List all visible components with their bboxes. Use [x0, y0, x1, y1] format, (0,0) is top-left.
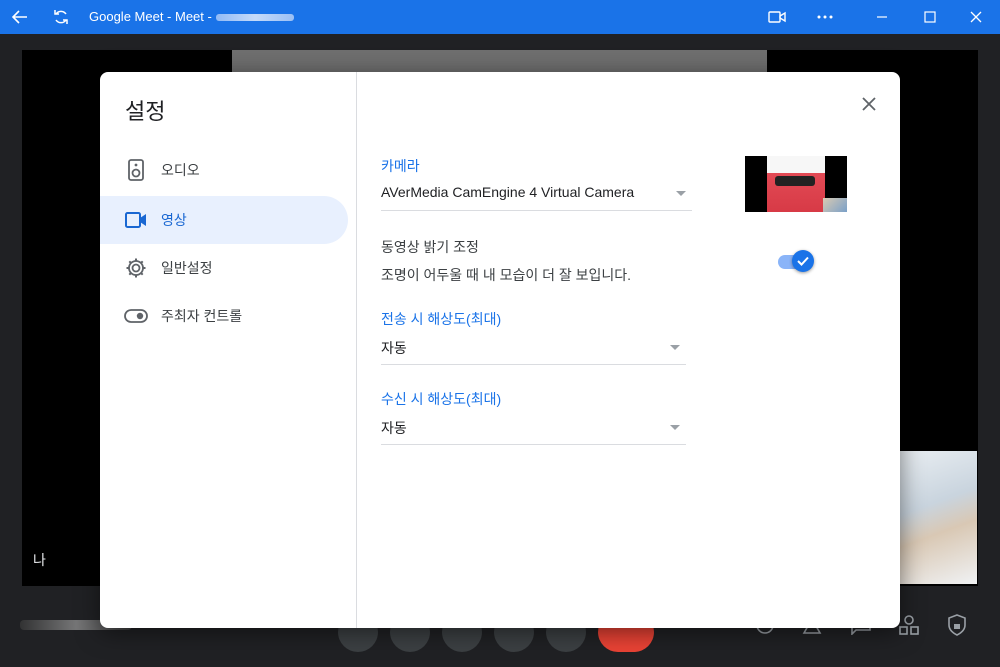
dropdown-caret-icon	[670, 425, 680, 430]
nav-item-label: 일반설정	[161, 260, 213, 276]
back-button[interactable]	[0, 0, 40, 34]
receive-resolution-value: 자동	[381, 420, 407, 436]
close-icon	[862, 97, 876, 111]
close-dialog-button[interactable]	[855, 90, 883, 118]
nav-item-label: 주최자 컨트롤	[161, 308, 243, 324]
maximize-button[interactable]	[910, 0, 950, 34]
videocam-icon	[124, 208, 148, 232]
title-bar: Google Meet - Meet -	[0, 0, 1000, 34]
back-arrow-icon	[11, 10, 27, 24]
refresh-button[interactable]	[41, 0, 81, 34]
window-title-text: Google Meet - Meet -	[89, 9, 212, 24]
nav-item-general[interactable]: 일반설정	[100, 244, 348, 292]
settings-title: 설정	[125, 99, 166, 124]
settings-nav-panel: 설정 오디오 영상 일반설정 주최자 컨트롤	[100, 72, 357, 628]
dropdown-caret-icon	[670, 345, 680, 350]
send-resolution-label: 전송 시 해상도(최대)	[381, 311, 502, 327]
minimize-icon	[877, 16, 887, 18]
camera-select[interactable]: AVerMedia CamEngine 4 Virtual Camera	[381, 178, 692, 211]
dropdown-caret-icon	[676, 191, 686, 196]
refresh-icon	[54, 10, 68, 24]
nav-item-host-controls[interactable]: 주최자 컨트롤	[100, 292, 348, 340]
receive-resolution-select[interactable]: 자동	[381, 412, 686, 445]
more-horizontal-icon	[817, 15, 833, 19]
camera-preview	[745, 156, 847, 212]
more-options-button[interactable]	[805, 0, 845, 34]
receive-resolution-label: 수신 시 해상도(최대)	[381, 391, 502, 407]
brightness-toggle[interactable]	[778, 250, 814, 272]
nav-item-audio[interactable]: 오디오	[100, 146, 348, 194]
toggle-icon	[124, 304, 148, 328]
gear-icon	[124, 256, 148, 280]
redacted-meeting-code	[215, 14, 294, 22]
nav-item-video[interactable]: 영상	[100, 196, 348, 244]
maximize-icon	[924, 11, 936, 23]
brightness-description: 조명이 어두울 때 내 모습이 더 잘 보입니다.	[381, 267, 632, 283]
camera-preview-device	[775, 176, 815, 186]
self-name-label: 나	[33, 552, 46, 568]
window-title: Google Meet - Meet -	[89, 0, 294, 34]
camera-select-value: AVerMedia CamEngine 4 Virtual Camera	[381, 184, 635, 200]
check-icon	[797, 256, 809, 266]
video-camera-icon	[768, 11, 786, 23]
camera-status-button[interactable]	[757, 0, 797, 34]
nav-item-label: 영상	[161, 212, 187, 228]
toggle-knob	[792, 250, 814, 272]
camera-label: 카메라	[381, 158, 420, 174]
close-icon	[970, 11, 982, 23]
nav-item-label: 오디오	[161, 162, 200, 178]
minimize-button[interactable]	[862, 0, 902, 34]
settings-dialog: 설정 오디오 영상 일반설정 주최자 컨트롤 카메라 AVerMedia Cam…	[100, 72, 900, 628]
send-resolution-value: 자동	[381, 340, 407, 356]
host-controls-lock-icon[interactable]	[944, 612, 970, 638]
speaker-icon	[124, 158, 148, 182]
camera-preview-thumbnail	[823, 198, 847, 212]
self-video-tile	[900, 451, 977, 584]
send-resolution-select[interactable]: 자동	[381, 332, 686, 365]
close-window-button[interactable]	[956, 0, 996, 34]
brightness-title: 동영상 밝기 조정	[381, 239, 479, 255]
